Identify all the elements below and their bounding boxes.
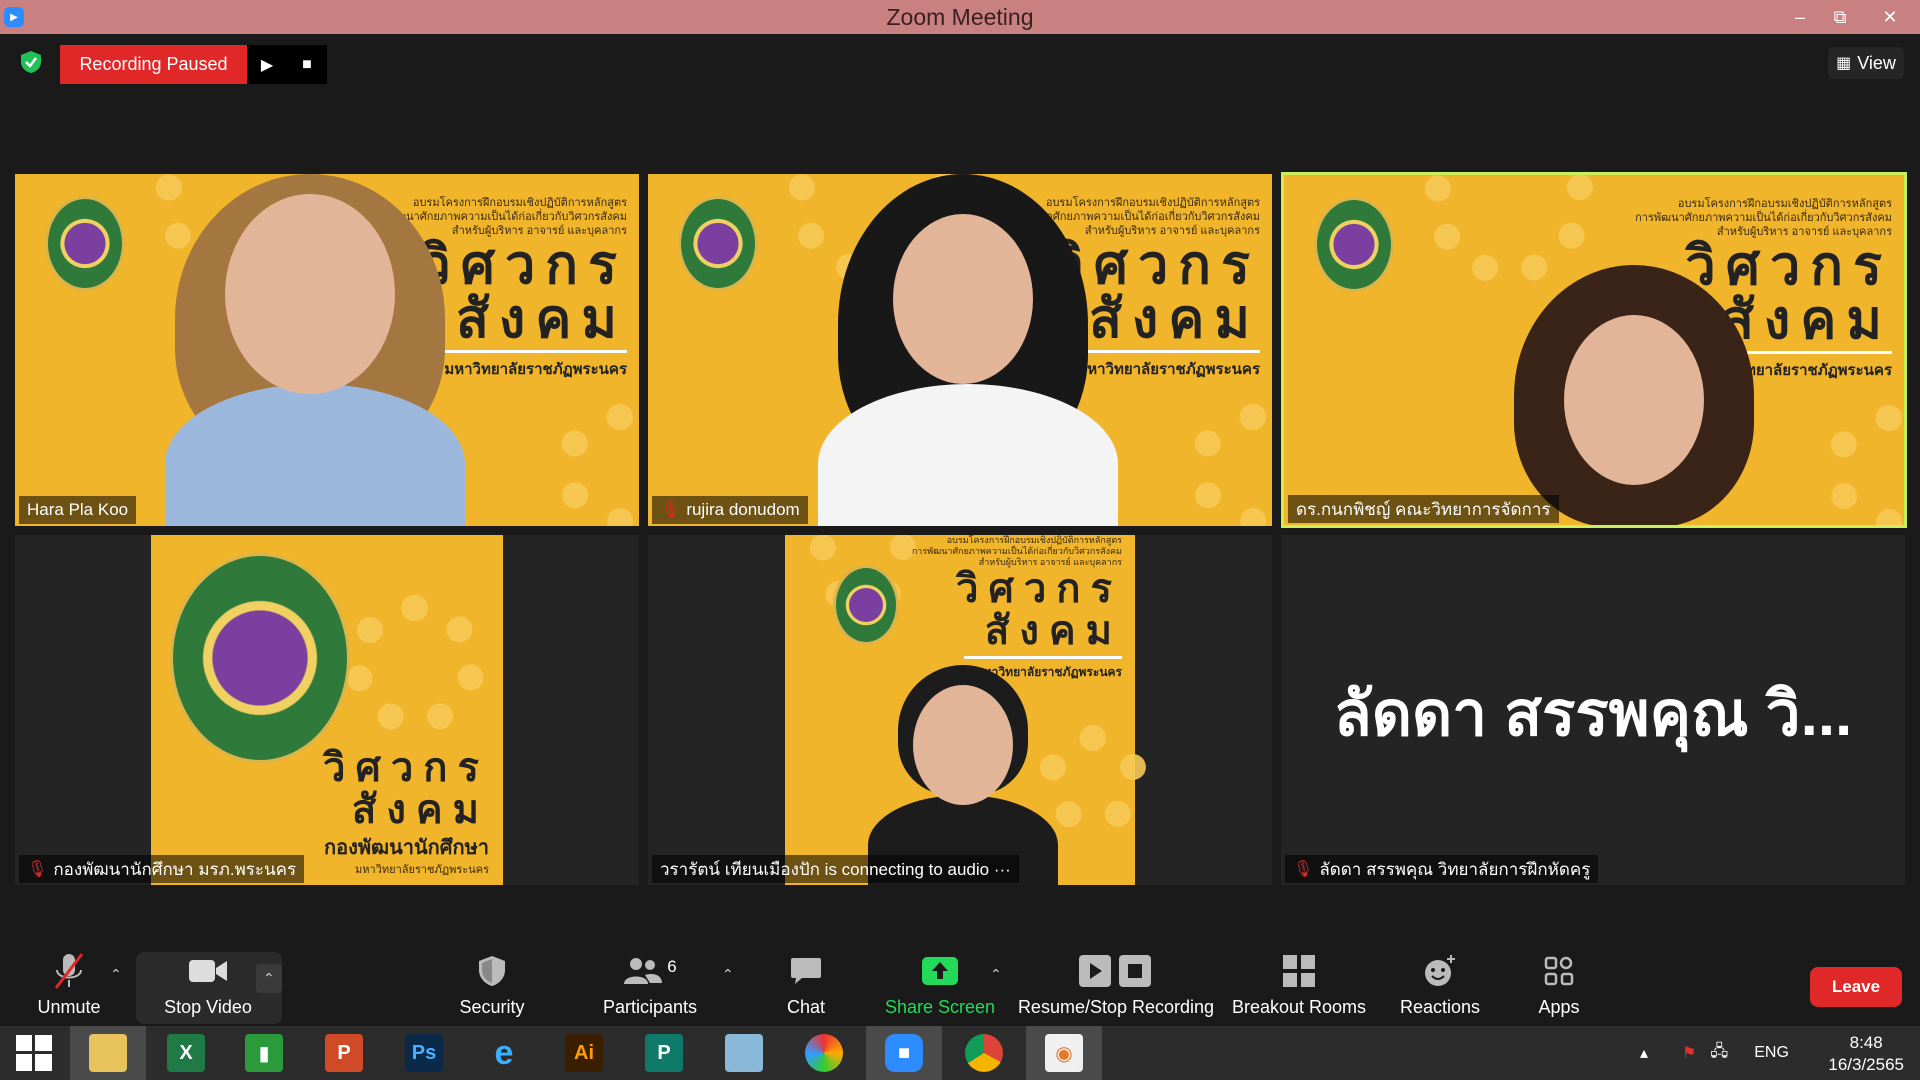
zoom-icon: ▶ bbox=[4, 7, 24, 27]
participants-icon: 6 bbox=[623, 951, 677, 991]
audio-options-caret-icon[interactable]: ⌃ bbox=[110, 966, 122, 983]
participant-name-label: ดร.กนกพิชญ์ คณะวิทยาการจัดการ bbox=[1288, 495, 1559, 523]
system-tray: ▴ ⚑ 🖧 ENG bbox=[1640, 1026, 1789, 1080]
window-title: Zoom Meeting bbox=[886, 3, 1034, 30]
internet-explorer-icon[interactable]: e bbox=[466, 1026, 542, 1080]
document-app-icon[interactable] bbox=[706, 1026, 782, 1080]
mic-muted-icon: 🎙 bbox=[27, 861, 48, 878]
breakout-rooms-button[interactable]: Breakout Rooms bbox=[1230, 940, 1368, 1026]
chat-button[interactable]: Chat bbox=[780, 940, 832, 1026]
stop-icon: ■ bbox=[302, 55, 312, 73]
video-tile-2[interactable]: อบรมโครงการฝึกอบรมเชิงปฏิบัติการหลักสูตร… bbox=[648, 174, 1272, 526]
share-options-caret-icon[interactable]: ⌃ bbox=[990, 966, 1002, 983]
video-tile-1[interactable]: อบรมโครงการฝึกอบรมเชิงปฏิบัติการหลักสูตร… bbox=[15, 174, 639, 526]
resume-stop-recording-button[interactable]: Resume/Stop Recording bbox=[1016, 940, 1216, 1026]
file-explorer-icon[interactable] bbox=[70, 1026, 146, 1080]
stop-video-button[interactable]: Stop Video bbox=[150, 940, 266, 1026]
view-label: View bbox=[1857, 52, 1896, 73]
meeting-topbar: Recording Paused ▶ ■ ▦ View bbox=[0, 34, 1920, 92]
unmute-button[interactable]: Unmute bbox=[28, 940, 110, 1026]
university-seal bbox=[170, 553, 350, 763]
apps-button[interactable]: Apps bbox=[1534, 940, 1584, 1026]
banner-text: วิศวกร สังคม กองพัฒนานักศึกษา มหาวิทยาลั… bbox=[322, 746, 489, 876]
video-options-caret-icon[interactable]: ⌃ bbox=[256, 964, 282, 993]
share-screen-arrow-icon bbox=[922, 951, 958, 991]
excel-icon[interactable]: X bbox=[148, 1026, 224, 1080]
video-tile-3-active-speaker[interactable]: อบรมโครงการฝึกอบรมเชิงปฏิบัติการหลักสูตร… bbox=[1281, 172, 1907, 528]
network-icon[interactable]: 🖧 bbox=[1710, 1040, 1728, 1067]
recording-status-badge: Recording Paused bbox=[60, 45, 247, 84]
photoscape-icon[interactable] bbox=[786, 1026, 862, 1080]
shield-icon bbox=[478, 951, 506, 991]
university-seal bbox=[45, 196, 125, 291]
restore-button[interactable]: ⧉ bbox=[1820, 0, 1860, 34]
illustrator-icon[interactable]: Ai bbox=[546, 1026, 622, 1080]
share-screen-button[interactable]: Share Screen bbox=[884, 940, 996, 1026]
participant-display-name: ลัดดา สรรพคุณ วิ... bbox=[1333, 680, 1853, 749]
participant-name-label: Hara Pla Koo bbox=[19, 496, 137, 524]
resume-recording-button[interactable]: ▶ bbox=[247, 45, 287, 84]
window-titlebar: ▶ Zoom Meeting – ⧉ ✕ bbox=[0, 0, 1920, 34]
publisher-icon[interactable]: P bbox=[626, 1026, 702, 1080]
participant-video bbox=[1504, 265, 1784, 525]
powerpoint-icon[interactable]: P bbox=[306, 1026, 382, 1080]
participant-name-label: 🎙 rujira donudom bbox=[652, 496, 808, 524]
grid-icon: ▦ bbox=[1836, 55, 1852, 72]
participants-count: 6 bbox=[667, 957, 677, 976]
mic-muted-icon: 🎙 bbox=[660, 502, 681, 519]
participants-options-caret-icon[interactable]: ⌃ bbox=[722, 966, 734, 983]
action-center-flag-icon[interactable]: ⚑ bbox=[1682, 1043, 1696, 1063]
video-tile-6[interactable]: ลัดดา สรรพคุณ วิ... 🎙 ลัดดา สรรพคุณ วิทย… bbox=[1281, 535, 1905, 885]
encryption-shield-icon[interactable] bbox=[20, 50, 42, 74]
store-icon[interactable]: ▮ bbox=[226, 1026, 302, 1080]
participant-name-label: 🎙 กองพัฒนานักศึกษา มรภ.พระนคร bbox=[19, 855, 305, 883]
gear-decoration bbox=[345, 595, 485, 735]
chat-bubble-icon bbox=[790, 951, 822, 991]
stop-recording-button[interactable]: ■ bbox=[287, 45, 327, 84]
start-button[interactable] bbox=[0, 1026, 68, 1080]
image-viewer-icon[interactable]: ◉ bbox=[1026, 1026, 1102, 1080]
close-button[interactable]: ✕ bbox=[1860, 0, 1920, 34]
video-tile-4[interactable]: วิศวกร สังคม กองพัฒนานักศึกษา มหาวิทยาลั… bbox=[15, 535, 639, 885]
participant-name-label: 🎙 ลัดดา สรรพคุณ วิทยาลัยการฝึกหัดครู bbox=[1285, 855, 1599, 883]
chrome-icon[interactable] bbox=[946, 1026, 1022, 1080]
meeting-toolbar: Unmute ⌃ Stop Video ⌃ Security 6 Partici… bbox=[0, 940, 1920, 1026]
breakout-rooms-icon bbox=[1283, 951, 1315, 991]
minimize-button[interactable]: – bbox=[1780, 0, 1820, 34]
language-indicator[interactable]: ENG bbox=[1754, 1044, 1789, 1062]
smiley-plus-icon bbox=[1423, 951, 1457, 991]
university-seal bbox=[1314, 197, 1394, 292]
reactions-button[interactable]: Reactions bbox=[1394, 940, 1486, 1026]
zoom-taskbar-icon[interactable]: ■ bbox=[866, 1026, 942, 1080]
video-camera-icon bbox=[188, 951, 228, 991]
participant-name-label: วรารัตน์ เทียนเมืองปัก is connecting to … bbox=[652, 855, 1019, 883]
leave-button[interactable]: Leave bbox=[1810, 967, 1902, 1007]
participant-video bbox=[868, 665, 1058, 885]
taskbar-clock[interactable]: 8:48 16/3/2565 bbox=[1828, 1032, 1904, 1076]
windows-taskbar: X ▮ P Ps e Ai P ■ ◉ ▴ ⚑ 🖧 ENG 8:48 16/3/… bbox=[0, 1026, 1920, 1080]
university-seal bbox=[833, 565, 899, 645]
security-button[interactable]: Security bbox=[450, 940, 534, 1026]
windows-logo-icon bbox=[16, 1035, 52, 1071]
participant-video bbox=[818, 174, 1118, 526]
play-icon: ▶ bbox=[260, 56, 274, 74]
university-seal bbox=[678, 196, 758, 291]
participants-button[interactable]: 6 Participants bbox=[598, 940, 702, 1026]
photoshop-icon[interactable]: Ps bbox=[386, 1026, 462, 1080]
apps-icon bbox=[1544, 951, 1574, 991]
mic-muted-icon: 🎙 bbox=[1293, 861, 1314, 878]
mic-muted-icon bbox=[52, 951, 86, 991]
window-controls: – ⧉ ✕ bbox=[1780, 0, 1920, 34]
participant-video bbox=[165, 174, 465, 526]
video-tile-5[interactable]: อบรมโครงการฝึกอบรมเชิงปฏิบัติการหลักสูตร… bbox=[648, 535, 1272, 885]
recording-controls-icon bbox=[1079, 951, 1153, 991]
view-button[interactable]: ▦ View bbox=[1828, 47, 1904, 79]
banner-text: อบรมโครงการฝึกอบรมเชิงปฏิบัติการหลักสูตร… bbox=[911, 535, 1122, 679]
show-hidden-icons-caret-icon[interactable]: ▴ bbox=[1640, 1043, 1648, 1063]
